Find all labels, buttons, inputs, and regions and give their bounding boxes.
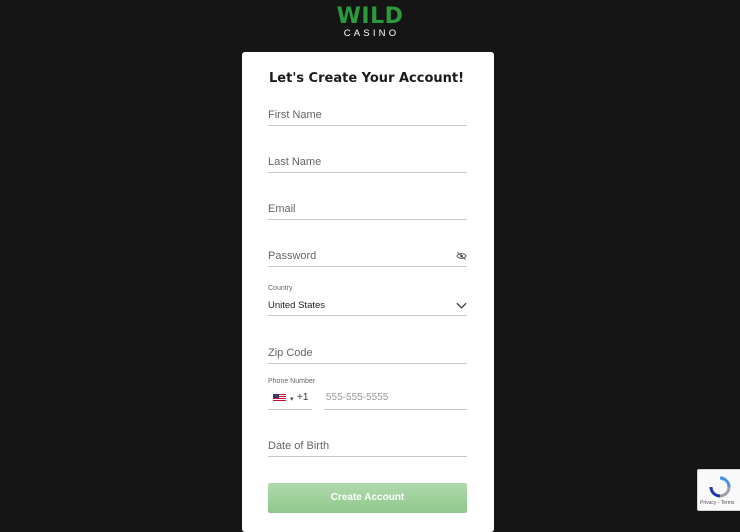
zip-code-field[interactable]: Zip Code <box>268 341 467 364</box>
country-code-select[interactable]: ▾ +1 <box>268 390 312 410</box>
email-field[interactable]: Email <box>268 197 467 220</box>
phone-number-input[interactable]: 555-555-5555 <box>324 390 467 410</box>
phone-number-label: Phone Number <box>268 378 316 385</box>
form-title: Let's Create Your Account! <box>269 71 465 86</box>
recaptcha-links[interactable]: Privacy - Terms <box>700 500 734 506</box>
dob-placeholder: Date of Birth <box>268 440 330 452</box>
recaptcha-badge[interactable]: Privacy - Terms <box>697 469 740 511</box>
us-flag-icon <box>273 394 286 402</box>
wild-casino-logo[interactable]: WILD CASINO <box>0 6 740 40</box>
country-select[interactable]: United States <box>268 293 467 316</box>
logo-wild-text: WILD <box>336 4 404 29</box>
signup-card: Let's Create Your Account! First Name La… <box>242 52 494 532</box>
last-name-placeholder: Last Name <box>268 156 322 168</box>
eye-off-icon[interactable] <box>456 251 467 261</box>
zip-code-placeholder: Zip Code <box>268 347 313 359</box>
country-value: United States <box>268 300 326 311</box>
country-label: Country <box>268 285 293 292</box>
date-of-birth-field[interactable]: Date of Birth <box>268 434 467 457</box>
last-name-field[interactable]: Last Name <box>268 150 467 173</box>
recaptcha-icon <box>709 476 731 498</box>
chevron-down-icon <box>456 302 467 309</box>
phone-placeholder: 555-555-5555 <box>326 392 389 403</box>
email-placeholder: Email <box>268 203 296 215</box>
first-name-placeholder: First Name <box>268 109 322 121</box>
dropdown-dot-icon: ▾ <box>290 396 294 403</box>
password-placeholder: Password <box>268 250 317 262</box>
logo-casino-text: CASINO <box>343 28 400 39</box>
password-field[interactable]: Password <box>268 244 467 267</box>
dial-code: +1 <box>297 392 309 403</box>
create-account-button[interactable]: Create Account <box>268 483 467 513</box>
first-name-field[interactable]: First Name <box>268 103 467 126</box>
